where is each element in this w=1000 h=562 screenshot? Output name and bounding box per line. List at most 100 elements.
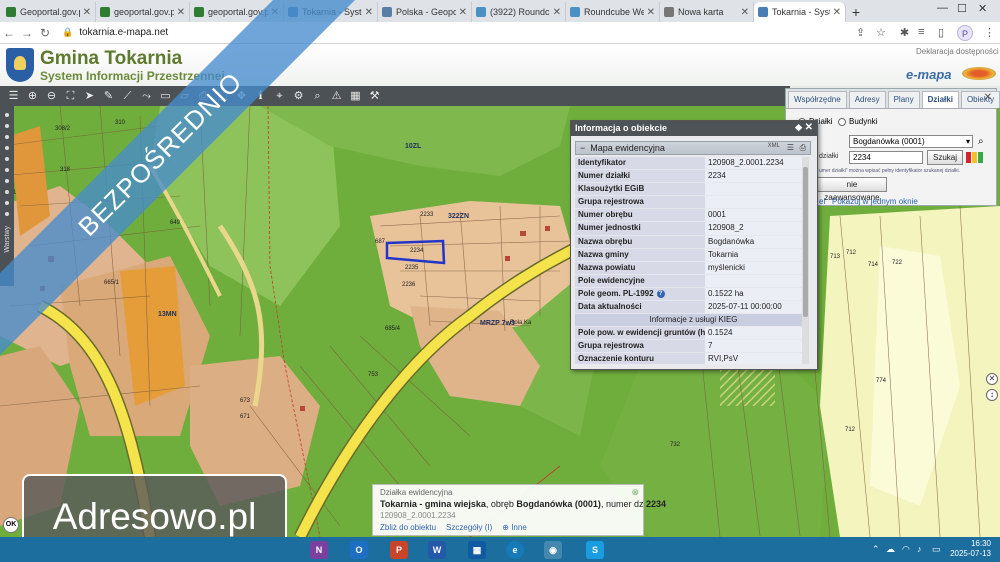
tab-close-icon[interactable]: ✕ <box>647 7 655 18</box>
browser-tab[interactable]: Polska - Geopor ✕ <box>378 2 472 22</box>
tab-close-icon[interactable]: ✕ <box>833 7 841 18</box>
powerpoint-icon[interactable]: P <box>390 541 408 559</box>
popup-scrollbar[interactable] <box>802 157 809 364</box>
forward-icon[interactable]: → <box>18 26 36 40</box>
search-tab[interactable]: Działki <box>921 91 959 108</box>
other-link[interactable]: ⊕ Inne <box>502 523 537 532</box>
tab-close-icon[interactable]: ✕ <box>741 7 749 18</box>
left-tool-rail[interactable]: Warstwy <box>0 106 14 286</box>
select-icon[interactable]: ⬚ <box>213 87 232 105</box>
warning-icon[interactable]: ⚠ <box>327 87 346 105</box>
close-window-icon[interactable]: ✕ <box>978 2 987 15</box>
search-button[interactable]: Szukaj <box>927 150 963 165</box>
tools-icon[interactable]: ⚒ <box>365 87 384 105</box>
search-tab[interactable]: Plany <box>887 91 920 108</box>
details-link[interactable]: Szczegóły (I) <box>446 523 492 532</box>
teams-icon[interactable]: ▦ <box>468 541 486 559</box>
outlook-icon[interactable]: O <box>350 541 368 559</box>
url-field[interactable]: 🔒 tokarnia.e-mapa.net <box>62 27 168 38</box>
color-red-swatch[interactable] <box>966 152 971 163</box>
close-overlay-icon[interactable]: ✕ <box>986 373 998 385</box>
edge-icon[interactable]: e <box>506 541 524 559</box>
sidebar-icon[interactable]: ▯ <box>938 26 944 39</box>
bookmark-star-icon[interactable]: ☆ <box>876 26 886 39</box>
measure-line-icon[interactable]: ⟋ <box>118 87 137 105</box>
tab-close-icon[interactable]: ✕ <box>459 7 467 18</box>
tab-close-icon[interactable]: ✕ <box>83 7 91 18</box>
tab-close-icon[interactable]: ✕ <box>271 7 279 18</box>
parcel-number-input[interactable]: 2234 <box>849 151 923 164</box>
tray-chevron-icon[interactable]: ⌃ <box>872 544 880 555</box>
reload-icon[interactable]: ↻ <box>36 26 54 40</box>
layers-icon[interactable]: ☰ <box>4 87 23 105</box>
maximize-icon[interactable]: ☐ <box>957 2 967 15</box>
pencil-icon[interactable]: ✎ <box>99 87 118 105</box>
profile-avatar[interactable]: P <box>957 25 973 41</box>
search-tab[interactable]: Współrzędne <box>788 91 847 108</box>
legend-icon[interactable]: ▦ <box>346 87 365 105</box>
wifi-icon[interactable]: ◠ <box>902 544 910 555</box>
pin-icon[interactable]: ◆ <box>795 122 802 133</box>
panel-close-icon[interactable]: ✕ <box>984 92 992 103</box>
browser-tab[interactable]: geoportal.gov.pl ✕ <box>96 2 190 22</box>
accessibility-link[interactable]: Deklaracja dostępności <box>916 47 999 56</box>
color-green-swatch[interactable] <box>978 152 983 163</box>
crosshair-icon[interactable]: ⌖ <box>270 87 289 105</box>
ok-button[interactable]: OK <box>3 517 19 533</box>
pointer-icon[interactable]: ➤ <box>80 87 99 105</box>
color-yellow-swatch[interactable] <box>972 152 977 163</box>
area-icon[interactable]: ▱ <box>175 87 194 105</box>
radio-budynki[interactable]: Budynki <box>838 117 877 126</box>
browser-tab[interactable]: (3922) Roundcub✕ <box>472 2 566 22</box>
section-header[interactable]: − Mapa ewidencyjna XML ☰ ⎙ <box>575 141 811 155</box>
browser-tab[interactable]: Geoportal.gov.pl ✕ <box>2 2 96 22</box>
search-tab[interactable]: Adresy <box>848 91 886 108</box>
summary-close-icon[interactable]: ⊗ <box>631 487 639 498</box>
browser-tab[interactable]: geoportal.gov.pl ✕ <box>190 2 284 22</box>
volume-icon[interactable]: ♪ <box>917 544 922 554</box>
search-icon[interactable]: ⌕ <box>978 136 984 147</box>
extensions-icon[interactable]: ✱ <box>900 26 909 39</box>
zoom-in-icon[interactable]: ⊕ <box>23 87 42 105</box>
browser-tab[interactable]: Tokarnia - Syste✕ <box>284 2 378 22</box>
minimize-icon[interactable]: — <box>937 2 948 14</box>
new-tab-icon[interactable]: + <box>846 2 866 22</box>
layers-rail-label[interactable]: Warstwy <box>4 226 11 253</box>
obreb-select[interactable]: Bogdanówka (0001) ▾ <box>849 135 973 148</box>
measure-path-icon[interactable]: ⤳ <box>137 87 156 105</box>
share-icon[interactable]: ⇪ <box>856 26 865 39</box>
network-icon[interactable]: ☁ <box>886 544 895 555</box>
popup-close-icon[interactable]: ✕ <box>805 122 813 133</box>
pan-icon[interactable]: ✥ <box>232 87 251 105</box>
battery-icon[interactable]: ▭ <box>932 544 941 555</box>
list-icon[interactable]: ☰ <box>787 143 794 152</box>
onenote-icon[interactable]: N <box>310 541 328 559</box>
print-icon[interactable]: ⎙ <box>800 143 806 153</box>
xml-export-link[interactable]: XML <box>768 143 780 149</box>
panel-link-1[interactable]: el <box>819 197 825 206</box>
browser-tab[interactable]: Nowa karta ✕ <box>660 2 754 22</box>
zoom-extent-icon[interactable]: ⛶ <box>61 87 80 105</box>
tab-close-icon[interactable]: ✕ <box>365 7 373 18</box>
reading-list-icon[interactable]: ≡ <box>918 26 924 38</box>
search-object-icon[interactable]: ⌕ <box>308 87 327 105</box>
collapse-icon[interactable]: − <box>580 143 585 153</box>
ruler-icon[interactable]: ▭ <box>156 87 175 105</box>
browser-tab[interactable]: Tokarnia - Syste✕ <box>754 2 846 22</box>
zoom-out-icon[interactable]: ⊖ <box>42 87 61 105</box>
help-icon[interactable]: ? <box>656 289 665 298</box>
info-icon[interactable]: ℹ <box>251 87 270 105</box>
tab-close-icon[interactable]: ✕ <box>177 7 185 18</box>
print-icon[interactable]: ⎙ <box>194 87 213 105</box>
word-icon[interactable]: W <box>428 541 446 559</box>
show-in-one-window-link[interactable]: Pokazuj w jednym oknie <box>832 197 918 206</box>
taskbar-clock[interactable]: 16:30 2025-07-13 <box>947 539 991 559</box>
chrome-icon[interactable]: ◉ <box>544 541 562 559</box>
skype-icon[interactable]: S <box>586 541 604 559</box>
back-icon[interactable]: ← <box>0 26 18 40</box>
advanced-search-button[interactable]: nie zaawansowane <box>817 177 887 202</box>
browser-tab[interactable]: Roundcube Web✕ <box>566 2 660 22</box>
zoom-to-object-link[interactable]: Zbliż do obiektu <box>380 523 436 532</box>
search-tab[interactable]: Obiekty <box>960 91 1000 108</box>
expand-icon[interactable]: ↕ <box>986 389 998 401</box>
